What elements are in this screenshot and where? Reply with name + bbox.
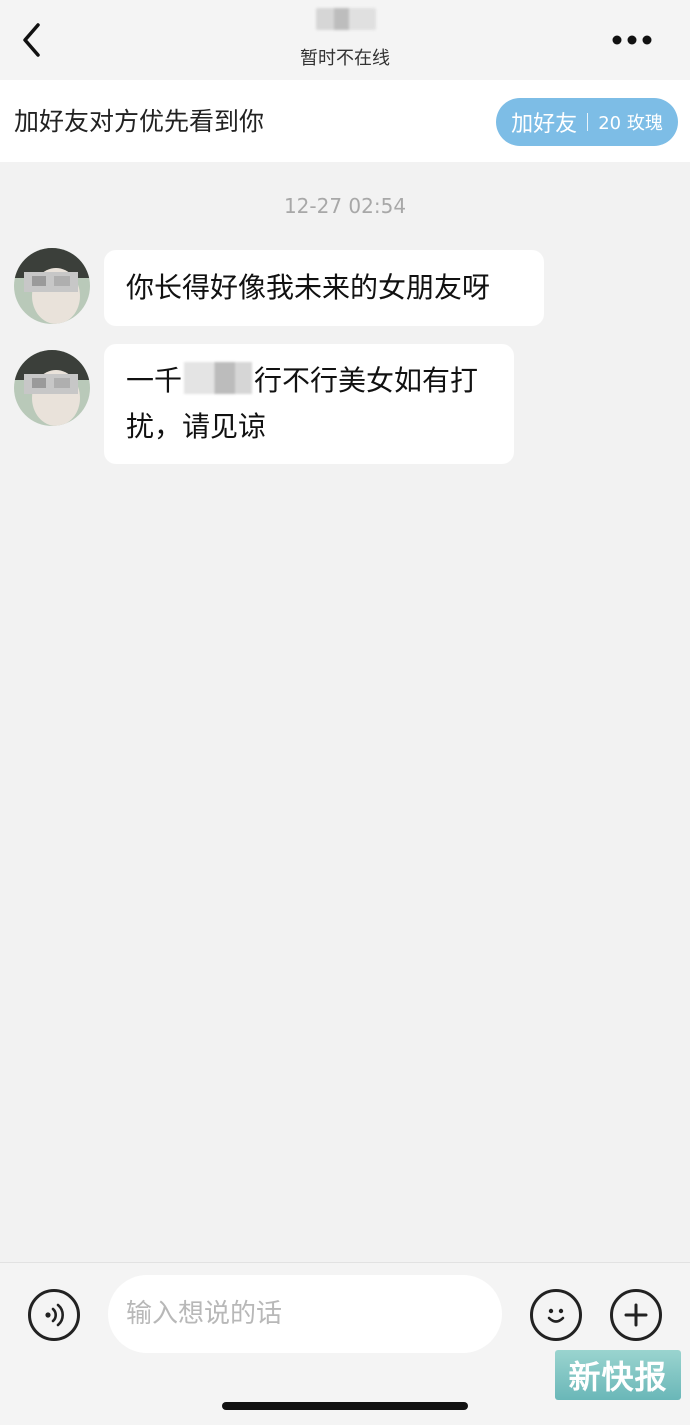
message-text: 你长得好像我未来的女朋友呀 [126,271,491,304]
avatar-image [14,350,90,426]
plus-button[interactable] [610,1289,662,1341]
sender-avatar[interactable] [14,248,90,324]
voice-icon [45,1303,64,1327]
button-divider [587,113,589,131]
add-friend-price: 20 玫瑰 [598,113,663,134]
more-button[interactable] [606,22,658,58]
emoji-button[interactable] [530,1289,582,1341]
emoji-icon [547,1308,565,1323]
home-indicator [222,1402,468,1410]
more-dots-icon [612,35,652,45]
message-input-bar [0,1262,690,1425]
message-bubble[interactable]: 你长得好像我未来的女朋友呀 [104,250,544,326]
redacted-text [184,362,253,394]
contact-name-redacted [316,8,376,30]
top-nav-bar: 暂时不在线 [0,0,690,80]
add-friend-banner: 加好友对方优先看到你 加好友 20 玫瑰 [0,80,690,162]
voice-button[interactable] [28,1289,80,1341]
sender-avatar[interactable] [14,350,90,426]
avatar-image [14,248,90,324]
plus-icon [624,1303,648,1327]
online-status: 暂时不在线 [300,48,390,69]
message-timestamp: 12-27 02:54 [283,194,407,218]
banner-text: 加好友对方优先看到你 [14,107,265,136]
message-bubble[interactable]: 一千 行不行美女如有打扰，请见谅 [104,344,514,464]
message-input[interactable] [108,1275,502,1353]
add-friend-button[interactable]: 加好友 20 玫瑰 [496,98,678,146]
add-friend-label: 加好友 [511,112,578,137]
watermark-logo: 新快报 [555,1350,681,1400]
message-text-part: 一千 [126,364,183,397]
